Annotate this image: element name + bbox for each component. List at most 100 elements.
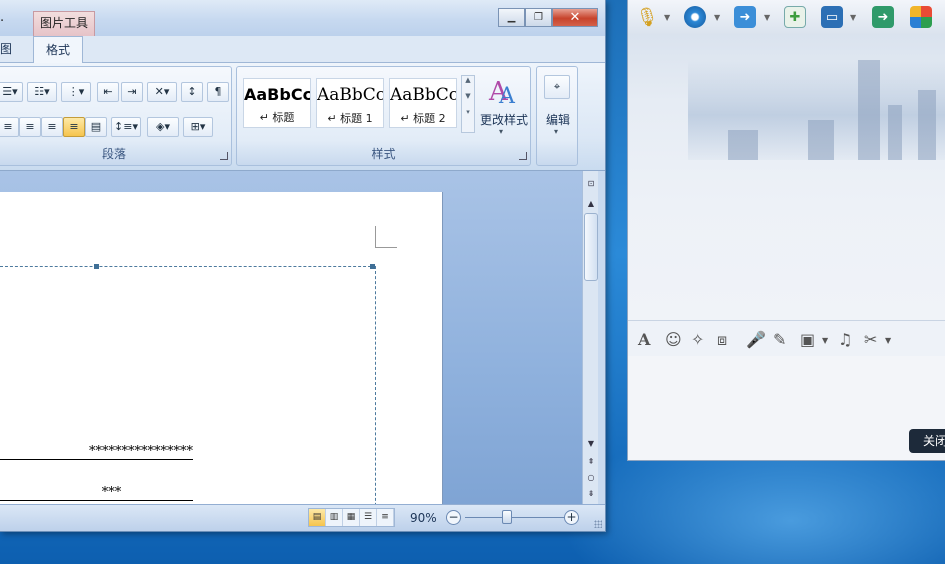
style-heading-1[interactable]: AaBbCc ↵ 标题 1 — [316, 78, 384, 128]
chevron-down-icon: ▾ — [499, 127, 504, 136]
ribbon-tabs: 图 格式 ? — [0, 36, 605, 94]
show-marks-icon[interactable]: ¶ — [207, 82, 229, 102]
print-layout-icon[interactable]: ▤ — [309, 509, 326, 526]
multilevel-list-icon[interactable]: ⋮▾ — [61, 82, 91, 102]
remote-desktop-icon[interactable]: ▭ — [821, 6, 843, 28]
scroll-down-icon[interactable]: ▼ — [584, 437, 598, 451]
chevron-down-icon[interactable]: ▼ — [764, 13, 770, 22]
numbering-icon[interactable]: ☷▾ — [27, 82, 57, 102]
zoom-in-button[interactable]: + — [564, 510, 579, 525]
increase-indent-icon[interactable]: ⇥ — [121, 82, 143, 102]
resize-handle[interactable] — [370, 264, 375, 269]
chevron-down-icon[interactable]: ▼ — [664, 13, 670, 22]
line-spacing-icon[interactable]: ↕≡▾ — [111, 117, 141, 137]
styles-dialog-launcher-icon[interactable] — [519, 152, 527, 160]
document-page[interactable]: **************** *** — [0, 192, 443, 516]
document-area: **************** *** — [0, 171, 582, 516]
selected-picture-frame[interactable] — [0, 264, 376, 516]
music-icon[interactable]: ♫ — [838, 330, 852, 349]
shading-icon[interactable]: ◈▾ — [147, 117, 179, 137]
browse-object-icon[interactable]: ○ — [584, 471, 598, 485]
resize-handle[interactable] — [94, 264, 99, 269]
change-styles-button[interactable]: 更改样式 — [475, 111, 533, 128]
tab-view[interactable]: 图 — [0, 36, 12, 63]
share-screen-icon[interactable]: ➜ — [872, 6, 894, 28]
paragraph-group: ☰▾ ☷▾ ⋮▾ ⇤ ⇥ ✕▾ ↕ ¶ ≡ ≡ ≡ ≡ ▤ ↕≡▾ ◈▾ ⊞▾ … — [0, 66, 232, 166]
more-styles-icon[interactable]: ▾ — [462, 108, 474, 116]
editing-group: ⌖ 编辑 ▾ — [536, 66, 578, 166]
sort-icon[interactable]: ↕ — [181, 82, 203, 102]
draft-view-icon[interactable]: ≡ — [377, 509, 394, 526]
full-screen-reading-icon[interactable]: ▥ — [326, 509, 343, 526]
screenshot-scissors-icon[interactable]: ✂ — [864, 330, 877, 349]
editing-button[interactable]: 编辑 — [539, 111, 577, 128]
city-skyline-image — [688, 60, 945, 160]
chevron-down-icon[interactable]: ▼ — [850, 13, 856, 22]
view-buttons: ▤ ▥ ▦ ☰ ≡ — [308, 508, 395, 527]
paragraph-group-label: 段落 — [101, 147, 126, 161]
change-styles-icon[interactable]: AA — [487, 73, 521, 109]
voice-call-icon[interactable]: 🎙 — [636, 6, 659, 28]
style-title[interactable]: AaBbCc ↵ 标题 — [243, 78, 311, 128]
zoom-level[interactable]: 90% — [410, 511, 437, 525]
document-line: *** — [0, 485, 193, 501]
zoom-slider-thumb[interactable] — [502, 510, 512, 524]
voice-message-icon[interactable]: 🎤 — [746, 330, 766, 349]
message-input[interactable] — [628, 356, 945, 460]
chat-background — [628, 30, 945, 320]
scroll-down-icon[interactable]: ▼ — [462, 92, 474, 100]
scroll-thumb[interactable] — [584, 213, 598, 281]
maximize-button[interactable]: ❐ — [525, 8, 552, 27]
shake-window-icon[interactable]: ⧈ — [717, 330, 727, 350]
margin-corner-mark — [375, 226, 397, 248]
decrease-indent-icon[interactable]: ⇤ — [97, 82, 119, 102]
close-icon: ✕ — [569, 10, 581, 25]
style-sample: AaBbCc — [390, 85, 456, 105]
style-name: ↵ 标题 — [259, 111, 295, 124]
justify-icon[interactable]: ≡ — [63, 117, 85, 137]
ribbon: ☰▾ ☷▾ ⋮▾ ⇤ ⇥ ✕▾ ↕ ¶ ≡ ≡ ≡ ≡ ▤ ↕≡▾ ◈▾ ⊞▾ … — [0, 63, 605, 171]
emoji-icon[interactable]: ☺ — [665, 330, 682, 349]
style-gallery-scroll[interactable]: ▲ ▼ ▾ — [461, 75, 475, 133]
binoculars-icon[interactable]: ⌖ — [544, 75, 570, 99]
style-heading-2[interactable]: AaBbCc ↵ 标题 2 — [389, 78, 457, 128]
restore-icon: ❐ — [534, 12, 543, 23]
close-button[interactable]: ✕ — [552, 8, 598, 27]
scroll-up-icon[interactable]: ▲ — [462, 76, 474, 84]
apps-icon[interactable] — [910, 6, 932, 28]
distributed-icon[interactable]: ▤ — [85, 117, 107, 137]
bullets-icon[interactable]: ☰▾ — [0, 82, 23, 102]
paragraph-dialog-launcher-icon[interactable] — [220, 152, 228, 160]
vertical-scrollbar[interactable]: ⊡ ▲ ▼ ⇞ ○ ⇟ — [582, 171, 598, 504]
image-icon[interactable]: ▣ — [800, 330, 815, 349]
chevron-down-icon: ▾ — [554, 127, 559, 136]
align-left-icon[interactable]: ≡ — [0, 117, 19, 137]
previous-page-icon[interactable]: ⇞ — [584, 455, 598, 469]
zoom-slider-track[interactable] — [465, 517, 565, 518]
resize-grip-icon[interactable] — [594, 520, 602, 528]
outline-view-icon[interactable]: ☰ — [360, 509, 377, 526]
web-layout-icon[interactable]: ▦ — [343, 509, 360, 526]
style-sample: AaBbCc — [244, 85, 310, 104]
chinese-layout-icon[interactable]: ✕▾ — [147, 82, 177, 102]
chevron-down-icon[interactable]: ▼ — [822, 336, 828, 345]
message-add-icon[interactable]: ✚ — [784, 6, 806, 28]
chevron-down-icon[interactable]: ▼ — [714, 13, 720, 22]
next-page-icon[interactable]: ⇟ — [584, 487, 598, 501]
picture-tools-context-tab[interactable]: 图片工具 — [33, 11, 95, 36]
font-icon[interactable]: A — [638, 330, 650, 349]
minimize-button[interactable]: ▁ — [498, 8, 525, 27]
align-right-icon[interactable]: ≡ — [41, 117, 63, 137]
transfer-file-icon[interactable]: ➜ — [734, 6, 756, 28]
chat-close-button[interactable]: 关闭 — [909, 429, 945, 453]
chevron-down-icon[interactable]: ▼ — [885, 336, 891, 345]
magic-wand-icon[interactable]: ✧ — [691, 330, 704, 349]
ruler-toggle-icon[interactable]: ⊡ — [584, 177, 598, 191]
scroll-up-icon[interactable]: ▲ — [584, 197, 598, 211]
zoom-out-button[interactable]: − — [446, 510, 461, 525]
tab-format[interactable]: 格式 — [33, 36, 84, 63]
borders-icon[interactable]: ⊞▾ — [183, 117, 213, 137]
align-center-icon[interactable]: ≡ — [19, 117, 41, 137]
video-call-icon[interactable] — [684, 6, 706, 28]
doodle-icon[interactable]: ✎ — [773, 330, 786, 349]
